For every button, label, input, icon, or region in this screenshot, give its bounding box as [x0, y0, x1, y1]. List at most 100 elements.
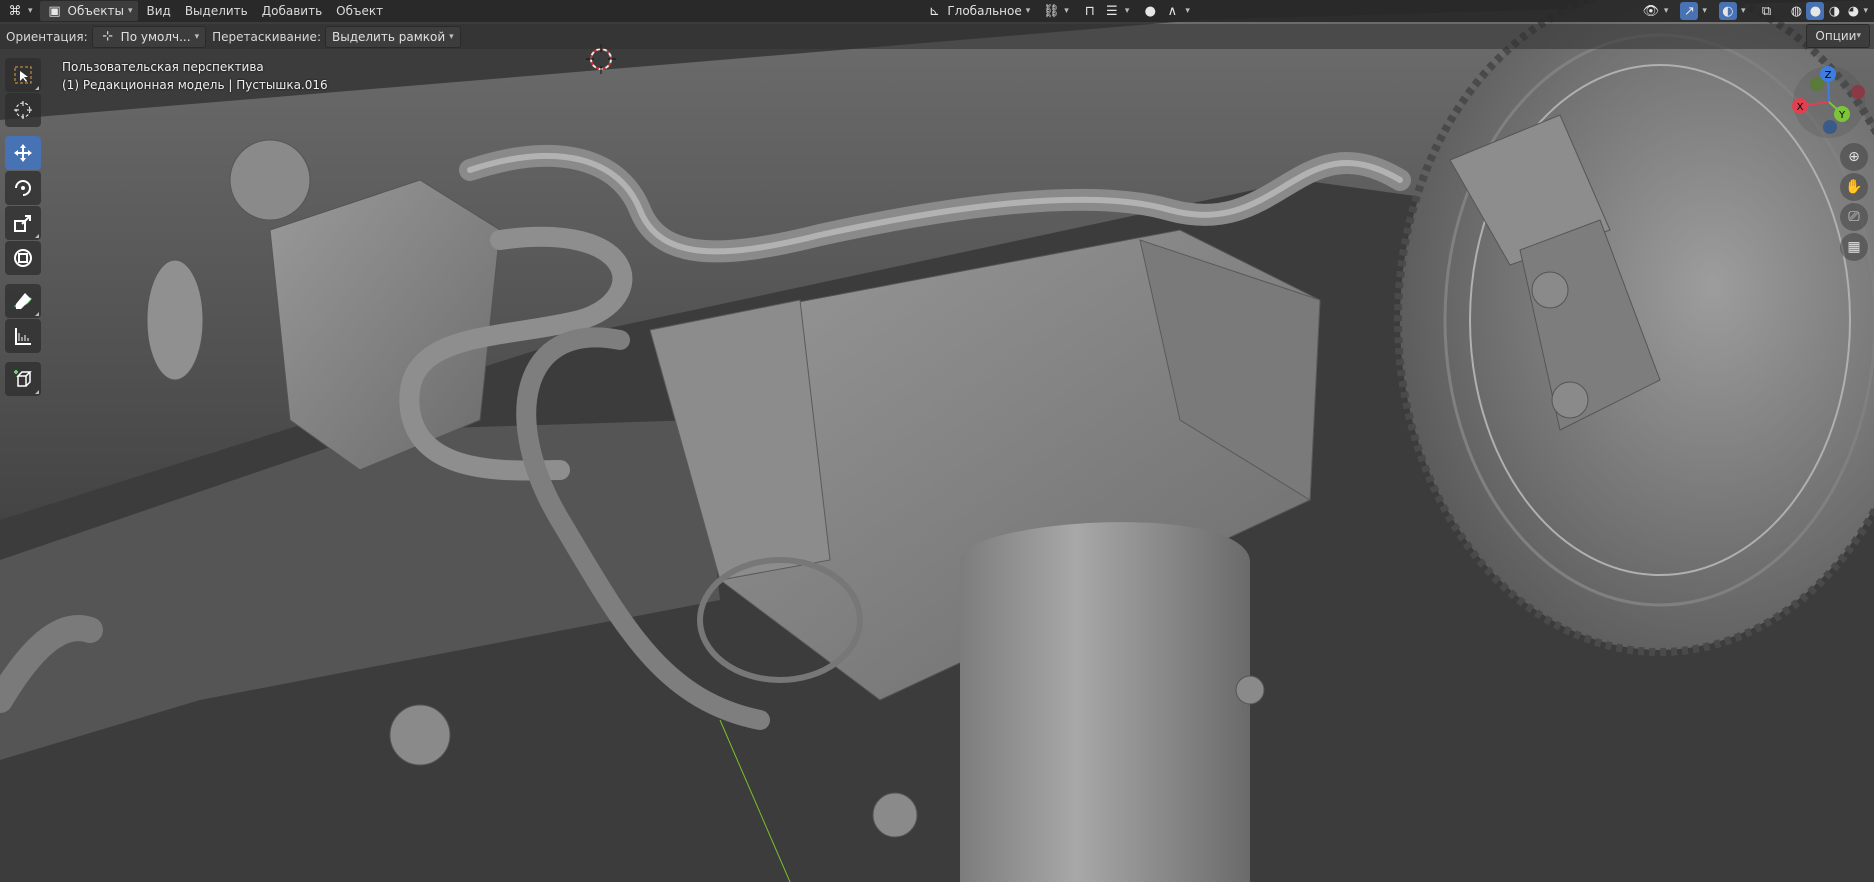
gizmo-neg-x[interactable]: [1851, 85, 1865, 99]
menu-object[interactable]: Объект: [329, 1, 390, 21]
chevron-down-icon: ▾: [194, 31, 200, 42]
navigation-buttons: ⊕ ✋ ⎚ ▦: [1840, 143, 1870, 263]
zoom-icon: ⊕: [1848, 149, 1860, 165]
gizmo-z-label: Z: [1825, 70, 1832, 81]
chevron-down-icon: ▾: [127, 6, 133, 16]
select-box-icon: [14, 66, 32, 84]
valve-block: [269, 179, 501, 471]
tool-variants-indicator: [35, 390, 39, 394]
support-cylinder: [960, 522, 1250, 882]
tool-cursor[interactable]: [5, 93, 41, 127]
pivot-icon: ⛓: [1043, 3, 1060, 19]
toolbar-separator: [5, 354, 41, 362]
chevron-down-icon: ▾: [1740, 6, 1746, 16]
tool-settings-bar: Ориентация: ⊹ По умолч... ▾ Перетаскиван…: [0, 24, 1874, 49]
orientation-dropdown[interactable]: ⊹ По умолч... ▾: [91, 25, 207, 48]
visibility-dropdown[interactable]: 👁 ▾: [1636, 1, 1675, 21]
camera-view-button[interactable]: ⎚: [1840, 203, 1868, 231]
bolt: [1531, 271, 1569, 309]
drag-value: Выделить рамкой: [331, 29, 446, 44]
solid-shading-icon[interactable]: ●: [1806, 2, 1825, 20]
tool-measure[interactable]: [5, 319, 41, 353]
proportional-edit-toggle[interactable]: ● ∧ ▾: [1135, 1, 1196, 21]
orientation-value: По умолч...: [120, 29, 191, 44]
gizmo-icon: ↗: [1680, 2, 1699, 20]
wireframe-shading-icon[interactable]: ◍: [1787, 2, 1805, 20]
tool-scale[interactable]: [5, 206, 41, 240]
ortho-grid-icon: ▦: [1847, 239, 1861, 255]
options-dropdown[interactable]: Опции ▾: [1806, 24, 1870, 48]
tool-variants-indicator: [35, 312, 39, 316]
menu-select[interactable]: Выделить: [178, 1, 255, 21]
menu-view[interactable]: Вид: [139, 1, 177, 21]
chevron-down-icon: ▾: [1064, 6, 1069, 16]
scale-icon: [14, 215, 31, 232]
snap-target-icon: ☰: [1105, 3, 1118, 19]
gizmo-x-label: X: [1797, 102, 1804, 113]
snap-toggle[interactable]: ⊓ ☰ ▾: [1075, 1, 1136, 21]
tool-variants-indicator: [35, 86, 39, 90]
drag-dropdown[interactable]: Выделить рамкой ▾: [324, 25, 461, 48]
chevron-down-icon: ▾: [1702, 6, 1707, 16]
orientation-default-icon: ⊹: [102, 29, 114, 44]
transform-orientation-label: Глобальное: [947, 4, 1022, 18]
gizmo-toggle[interactable]: ↗ ▾: [1674, 1, 1713, 21]
valve-handle: [146, 259, 204, 381]
gizmo-neg-z[interactable]: [1823, 120, 1837, 134]
overlay-icon: ◐: [1718, 2, 1737, 20]
editor-type-button[interactable]: ⌘ ▾: [0, 1, 39, 21]
tool-select-box[interactable]: [5, 58, 41, 92]
view-name: Пользовательская перспектива: [62, 60, 264, 74]
bolt: [1235, 675, 1265, 705]
annotate-icon: [14, 293, 32, 309]
chevron-down-icon: ▾: [1025, 6, 1031, 16]
orientation-label: Ориентация:: [6, 29, 88, 44]
zoom-button[interactable]: ⊕: [1840, 143, 1868, 171]
gizmo-y-label: Y: [1838, 110, 1846, 121]
bolt: [389, 704, 451, 766]
chevron-down-icon: ▾: [1663, 6, 1669, 16]
bolt: [1551, 381, 1589, 419]
hand-pan-icon: ✋: [1845, 179, 1863, 195]
xray-toggle[interactable]: ⧉: [1751, 1, 1781, 21]
chevron-down-icon: ▾: [1856, 31, 1861, 41]
drag-label: Перетаскивание:: [212, 29, 321, 44]
add-cube-icon: [14, 370, 32, 387]
pivot-point-dropdown[interactable]: ⛓ ▾: [1036, 1, 1075, 21]
tool-shelf: [5, 58, 41, 397]
transform-orientation-icon: ⊾: [928, 3, 940, 19]
viewport-3d[interactable]: [0, 0, 1874, 882]
falloff-icon: ∧: [1167, 3, 1178, 19]
pan-button[interactable]: ✋: [1840, 173, 1868, 201]
mode-dropdown[interactable]: ▣ Объекты ▾: [38, 0, 140, 22]
ortho-toggle-button[interactable]: ▦: [1840, 233, 1868, 261]
bolt: [872, 792, 918, 838]
chevron-down-icon: ▾: [28, 6, 33, 16]
tool-annotate[interactable]: [5, 284, 41, 318]
tool-variants-indicator: [35, 234, 39, 238]
viewport-header: ⌘ ▾ ▣ Объекты ▾ Вид Выделить Добавить Объ…: [0, 0, 1874, 22]
transform-icon: [14, 249, 32, 267]
tool-move[interactable]: [5, 136, 41, 170]
chevron-down-icon[interactable]: ▾: [1863, 6, 1868, 16]
tool-transform[interactable]: [5, 241, 41, 275]
rotate-icon: [15, 180, 31, 196]
chevron-down-icon: ▾: [1124, 6, 1130, 16]
object-mode-icon: ▣: [48, 3, 61, 19]
menu-add[interactable]: Добавить: [255, 1, 329, 21]
editor-type-icon: ⌘: [8, 3, 22, 19]
valve-knob: [229, 139, 311, 221]
transform-orientation-dropdown[interactable]: ⊾ Глобальное ▾: [919, 1, 1036, 21]
camera-icon: ⎚: [1848, 209, 1860, 225]
rendered-shading-icon[interactable]: ◕: [1844, 2, 1862, 20]
viewport-info: Пользовательская перспектива (1) Редакци…: [62, 58, 328, 94]
toolbar-separator: [5, 128, 41, 136]
mode-label: Объекты: [67, 4, 124, 18]
material-shading-icon[interactable]: ◑: [1825, 2, 1843, 20]
object-info: (1) Редакционная модель | Пустышка.016: [62, 78, 328, 92]
tool-add-cube[interactable]: [5, 362, 41, 396]
navigation-gizmo[interactable]: Z X Y: [1784, 62, 1874, 142]
toolbar-separator: [5, 276, 41, 284]
tool-rotate[interactable]: [5, 171, 41, 205]
overlay-toggle[interactable]: ◐ ▾: [1713, 1, 1752, 21]
